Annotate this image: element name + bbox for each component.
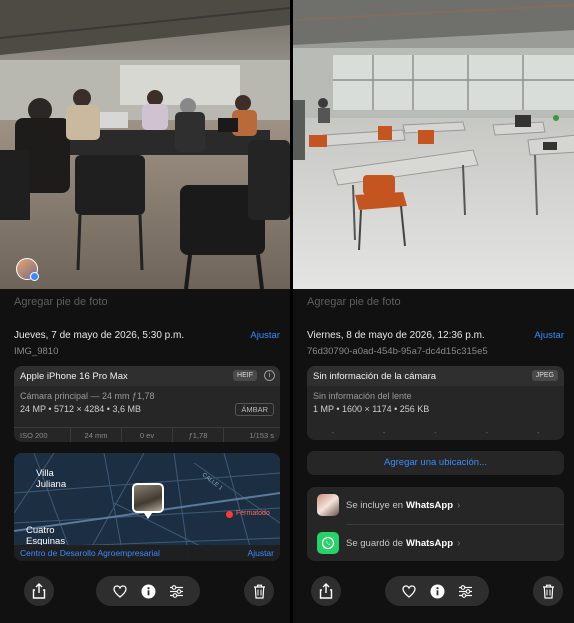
whatsapp-included-row[interactable]: Se incluye en WhatsApp › — [317, 491, 554, 519]
adjust-location-button[interactable]: Ajustar — [248, 545, 274, 561]
photo-classroom-people[interactable] — [0, 0, 290, 289]
favorite-button[interactable] — [398, 580, 420, 602]
capture-date: Jueves, 7 de mayo de 2026, 5:30 p.m. — [14, 330, 185, 341]
file-name: 76d30790-a0ad-454b-95a7-dc4d15c315e5 — [307, 346, 488, 357]
share-button[interactable] — [311, 576, 341, 606]
info-button[interactable] — [137, 580, 159, 602]
bottom-toolbar — [0, 576, 290, 606]
capture-date: Viernes, 8 de mayo de 2026, 12:36 p.m. — [307, 330, 485, 341]
trash-icon — [542, 584, 554, 599]
camera-info-card: Sin información de la cámara JPEG Sin in… — [307, 366, 564, 440]
camera-info-card: Apple iPhone 16 Pro Max HEIF i Cámara pr… — [14, 366, 280, 442]
aperture-value: - — [485, 428, 489, 437]
format-tag: JPEG — [531, 370, 558, 381]
favorite-button[interactable] — [109, 580, 131, 602]
photo-location-pin[interactable] — [132, 483, 164, 519]
iso-value: ISO 200 — [20, 431, 48, 440]
exif-metrics: - - - - - — [307, 426, 564, 440]
share-icon — [32, 583, 46, 599]
iso-value: - — [331, 428, 335, 437]
action-pill — [96, 576, 200, 606]
edit-button[interactable] — [165, 580, 187, 602]
bottom-toolbar — [293, 576, 574, 606]
location-map[interactable]: Villa Juliana Cuatro Esquinas CALLE 1 Ferm… — [14, 453, 280, 561]
exif-metrics: ISO 200 24 mm 0 ev ƒ1,78 1/153 s — [14, 427, 280, 442]
delete-button[interactable] — [244, 576, 274, 606]
share-icon — [319, 583, 333, 599]
adjust-date-button[interactable]: Ajustar — [250, 330, 280, 341]
camera-info-icon[interactable]: i — [264, 370, 275, 381]
info-icon — [430, 584, 444, 598]
photo-info-panel-right: Agregar pie de foto Viernes, 8 de mayo d… — [290, 0, 574, 623]
divider — [346, 524, 564, 525]
whatsapp-icon — [317, 532, 339, 554]
whatsapp-included-app: WhatsApp — [406, 499, 454, 511]
whatsapp-saved-label: Se guardó de — [346, 537, 404, 549]
chevron-right-icon: › — [457, 499, 461, 511]
whatsapp-saved-row[interactable]: Se guardó de WhatsApp › — [317, 529, 554, 557]
share-button[interactable] — [24, 576, 54, 606]
capture-date-row: Jueves, 7 de mayo de 2026, 5:30 p.m. Aju… — [14, 330, 280, 341]
camera-title: Sin información de la cámara — [313, 371, 437, 382]
heart-icon — [402, 584, 416, 598]
profile-badge-icon[interactable] — [16, 258, 39, 281]
lens-info: Cámara principal — 24 mm ƒ1,78 — [20, 391, 155, 401]
add-location-button[interactable]: Agregar una ubicación... — [307, 451, 564, 475]
whatsapp-contact-thumbnail — [317, 494, 339, 516]
lens-info: Sin información del lente — [313, 391, 412, 401]
heart-icon — [113, 584, 127, 598]
trash-icon — [253, 584, 265, 599]
delete-button[interactable] — [533, 576, 563, 606]
camera-model: Apple iPhone 16 Pro Max — [20, 371, 128, 382]
location-name-link[interactable]: Centro de Desarollo Agroempresarial — [20, 548, 160, 558]
chevron-right-icon: › — [457, 537, 461, 549]
photo-info-panel-left: Agregar pie de foto Jueves, 7 de mayo de… — [0, 0, 290, 623]
focal-length-value: - — [382, 428, 386, 437]
map-label-villa-juliana: Villa Juliana — [36, 468, 67, 490]
aperture-value: ƒ1,78 — [172, 428, 223, 442]
caption-placeholder[interactable]: Agregar pie de foto — [307, 296, 401, 308]
caption-placeholder[interactable]: Agregar pie de foto — [14, 296, 108, 308]
photo-empty-classroom[interactable] — [293, 0, 574, 289]
map-label-cuatro-esquinas: Cuatro Esquinas — [26, 525, 66, 547]
image-specs-text: 24 MP • 5712 × 4284 • 3,6 MB — [20, 404, 141, 414]
format-tag: HEIF — [233, 370, 257, 381]
poi-label: Fermatodo — [236, 510, 270, 517]
image-specs: 1 MP • 1600 × 1174 • 256 KB — [313, 404, 430, 414]
shutter-value: 1/153 s — [223, 428, 280, 442]
whatsapp-included-label: Se incluye en — [346, 499, 404, 511]
capture-date-row: Viernes, 8 de mayo de 2026, 12:36 p.m. A… — [307, 330, 564, 341]
focal-length-value: 24 mm — [70, 428, 121, 442]
shutter-value: - — [536, 428, 540, 437]
style-tag: ÁMBAR — [235, 403, 274, 416]
file-name: IMG_9810 — [14, 346, 59, 357]
info-icon — [141, 584, 155, 598]
camera-header: Sin información de la cámara JPEG — [307, 366, 564, 386]
camera-header: Apple iPhone 16 Pro Max HEIF i — [14, 366, 280, 386]
image-specs: 24 MP • 5712 × 4284 • 3,6 MB ÁMBAR — [14, 401, 280, 416]
info-button[interactable] — [426, 580, 448, 602]
whatsapp-saved-app: WhatsApp — [406, 537, 454, 549]
adjust-sliders-icon — [169, 584, 183, 598]
photo-image — [0, 0, 290, 289]
adjust-sliders-icon — [458, 584, 472, 598]
adjust-date-button[interactable]: Ajustar — [534, 330, 564, 341]
exposure-value: 0 ev — [121, 428, 172, 442]
edit-button[interactable] — [454, 580, 476, 602]
action-pill — [385, 576, 489, 606]
poi-marker-icon — [226, 511, 233, 518]
map-footer: Centro de Desarollo Agroempresarial Ajus… — [14, 545, 280, 561]
whatsapp-card: Se incluye en WhatsApp › Se guardó de Wh… — [307, 487, 564, 561]
photo-image — [293, 0, 574, 289]
exposure-value: - — [434, 428, 437, 437]
